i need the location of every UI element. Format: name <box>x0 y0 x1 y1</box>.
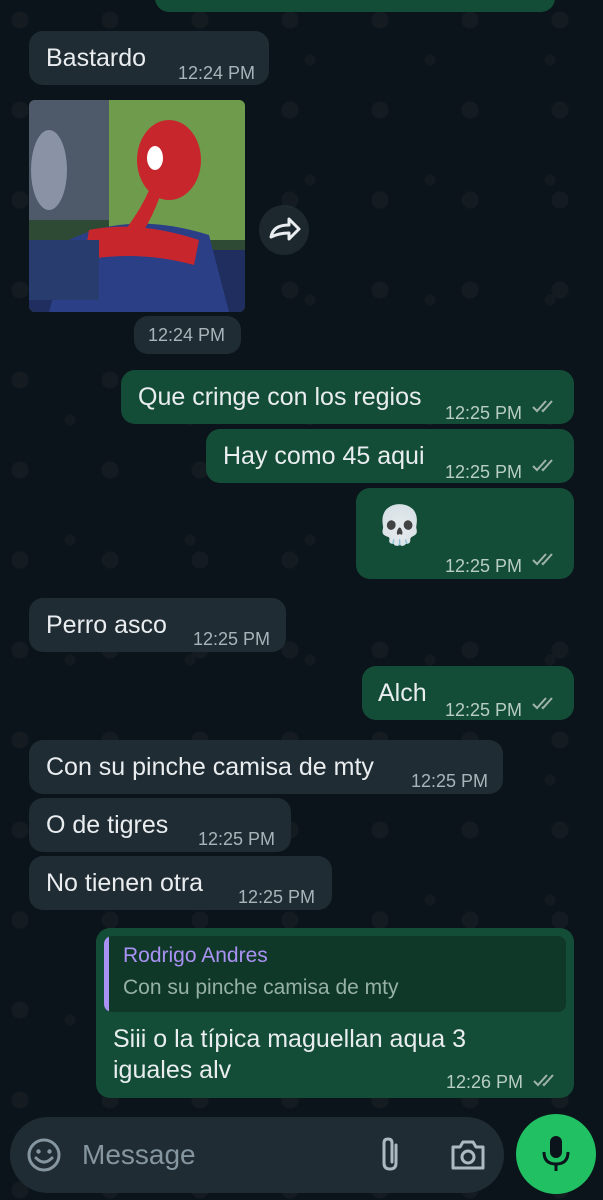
message-bubble-outgoing[interactable]: Alch 12:25 PM <box>362 666 574 720</box>
message-text-line: iguales alv <box>113 1056 232 1084</box>
emoji-icon[interactable] <box>26 1137 62 1173</box>
message-text: Alch <box>378 679 427 707</box>
read-ticks-icon <box>532 553 553 566</box>
message-time: 12:25 PM <box>445 403 523 423</box>
message-text: Con su pinche camisa de mty <box>46 753 374 781</box>
message-bubble-outgoing[interactable]: Que cringe con los regios 12:25 PM <box>121 370 574 424</box>
mic-button[interactable] <box>516 1114 596 1194</box>
read-ticks-icon <box>533 1074 554 1087</box>
message-time: 12:26 PM <box>446 1072 524 1092</box>
message-time: 12:25 PM <box>198 829 276 849</box>
image-message[interactable] <box>29 100 245 312</box>
message-bubble-incoming[interactable]: Con su pinche camisa de mty 12:25 PM <box>29 740 503 794</box>
message-text: O de tigres <box>46 811 169 839</box>
message-bubble-incoming[interactable]: Perro asco 12:25 PM <box>29 598 286 652</box>
spiderman-sticker-image <box>29 100 245 312</box>
read-ticks-icon <box>532 697 553 710</box>
message-bubble-incoming[interactable]: O de tigres 12:25 PM <box>29 798 291 852</box>
message-text: 💀 <box>376 505 424 547</box>
message-text: Que cringe con los regios <box>138 383 422 411</box>
message-text-line: Siii o la típica maguellan aqua 3 <box>113 1025 467 1053</box>
quoted-message[interactable]: Rodrigo Andres Con su pinche camisa de m… <box>104 936 566 1012</box>
forward-icon <box>269 217 301 241</box>
quote-sender-name: Rodrigo Andres <box>123 944 268 967</box>
message-time: 12:25 PM <box>445 556 523 576</box>
message-bubble-incoming[interactable]: No tienen otra 12:25 PM <box>29 856 332 910</box>
message-input[interactable] <box>82 1137 362 1173</box>
message-time: 12:25 PM <box>445 462 523 482</box>
message-bubble-outgoing[interactable]: 💀 12:25 PM <box>356 488 574 579</box>
message-bubble-incoming[interactable]: Bastardo 12:24 PM <box>29 31 269 85</box>
mic-icon <box>542 1136 570 1171</box>
message-time: 12:24 PM <box>148 325 226 345</box>
read-ticks-icon <box>532 459 553 472</box>
message-time: 12:25 PM <box>238 887 316 907</box>
previous-message-bubble[interactable] <box>155 0 555 12</box>
message-time: 12:25 PM <box>411 771 489 791</box>
image-time-pill: 12:24 PM <box>134 316 241 354</box>
message-time: 12:25 PM <box>445 700 523 720</box>
forward-button[interactable] <box>259 205 309 255</box>
message-text: Perro asco <box>46 611 167 639</box>
camera-icon[interactable] <box>449 1137 487 1173</box>
message-text: No tienen otra <box>46 869 204 897</box>
quote-text: Con su pinche camisa de mty <box>123 976 399 999</box>
message-composer <box>10 1117 504 1193</box>
paperclip-icon[interactable] <box>376 1135 406 1175</box>
message-time: 12:25 PM <box>193 629 271 649</box>
message-text: Bastardo <box>46 44 147 72</box>
message-text: Hay como 45 aqui <box>223 442 425 470</box>
quote-accent-bar <box>104 936 109 1012</box>
message-bubble-outgoing[interactable]: Hay como 45 aqui 12:25 PM <box>206 429 574 483</box>
read-ticks-icon <box>532 400 553 413</box>
message-time: 12:24 PM <box>178 63 256 83</box>
